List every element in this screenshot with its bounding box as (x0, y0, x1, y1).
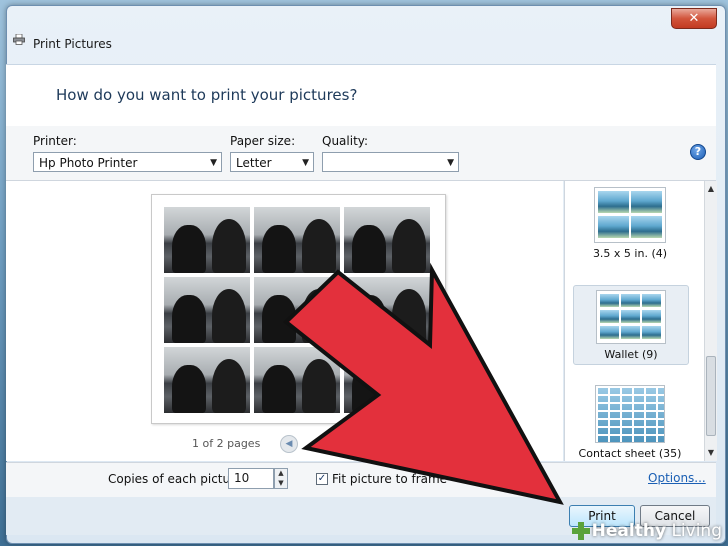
scroll-down-icon[interactable]: ▼ (705, 447, 717, 459)
watermark-logo: Healthy Living (570, 520, 722, 542)
quality-label: Quality: (322, 134, 369, 148)
chevron-down-icon: ▼ (447, 158, 454, 168)
quality-select[interactable]: ▼ (322, 152, 459, 172)
layout-caption: Wallet (9) (604, 348, 658, 361)
fit-picture-checkbox[interactable]: ✓ (316, 473, 328, 485)
scroll-up-icon[interactable]: ▲ (705, 183, 717, 195)
help-icon[interactable]: ? (690, 144, 706, 160)
footer-options: Copies of each picture: 10 ▲ ▼ ✓ Fit pic… (6, 462, 716, 497)
close-button[interactable]: ✕ (671, 8, 717, 29)
preview-photo (344, 347, 430, 413)
printer-icon (13, 34, 25, 45)
stepper-down-icon[interactable]: ▼ (275, 479, 287, 489)
chevron-down-icon: ▼ (210, 158, 217, 168)
layout-thumbnail (596, 290, 666, 344)
layout-caption: Contact sheet (35) (578, 447, 682, 460)
copies-input[interactable]: 10 (228, 468, 274, 489)
header-panel: How do you want to print your pictures? (6, 64, 716, 128)
layout-option-3-5x5[interactable]: 3.5 x 5 in. (4) (573, 187, 687, 269)
paper-size-select-value: Letter (236, 156, 272, 170)
stepper-up-icon[interactable]: ▲ (275, 469, 287, 479)
watermark-text: Healthy Living (591, 521, 722, 541)
paper-size-select[interactable]: Letter ▼ (230, 152, 314, 172)
preview-page (151, 194, 446, 424)
fit-picture-label: Fit picture to frame (332, 472, 448, 486)
preview-photo (164, 207, 250, 273)
copies-stepper[interactable]: ▲ ▼ (274, 468, 288, 489)
copies-label: Copies of each picture: (108, 472, 247, 486)
printer-select[interactable]: Hp Photo Printer ▼ (33, 152, 222, 172)
layout-thumbnail (595, 385, 665, 443)
preview-photo (344, 207, 430, 273)
printer-label: Printer: (33, 134, 77, 148)
preview-photo (254, 277, 340, 343)
preview-photo (344, 277, 430, 343)
chevron-down-icon: ▼ (302, 158, 309, 168)
window-title: Print Pictures (33, 37, 112, 51)
print-preview-area: 1 of 2 pages ◀ (6, 181, 563, 461)
layout-scrollbar[interactable]: ▲ ▼ (704, 181, 717, 461)
paper-size-label: Paper size: (230, 134, 296, 148)
instruction-heading: How do you want to print your pictures? (56, 86, 358, 104)
previous-page-button[interactable]: ◀ (280, 435, 298, 453)
layout-list: 3.5 x 5 in. (4) Wallet (9) Contact sheet… (564, 181, 705, 461)
scrollbar-thumb[interactable] (706, 356, 716, 436)
layout-option-contact-sheet[interactable]: Contact sheet (35) (573, 385, 687, 461)
options-link[interactable]: Options... (648, 471, 706, 485)
page-count: 1 of 2 pages (192, 437, 261, 450)
preview-photo (164, 277, 250, 343)
preview-photo (164, 347, 250, 413)
title-bar[interactable] (7, 6, 725, 36)
layout-caption: 3.5 x 5 in. (4) (592, 247, 668, 260)
print-options-bar: Printer: Hp Photo Printer ▼ Paper size: … (6, 126, 716, 181)
layout-thumbnail (594, 187, 666, 243)
printer-select-value: Hp Photo Printer (39, 156, 138, 170)
preview-photo (254, 207, 340, 273)
preview-photo (254, 347, 340, 413)
layout-option-wallet[interactable]: Wallet (9) (573, 285, 689, 365)
plus-icon (571, 522, 590, 540)
